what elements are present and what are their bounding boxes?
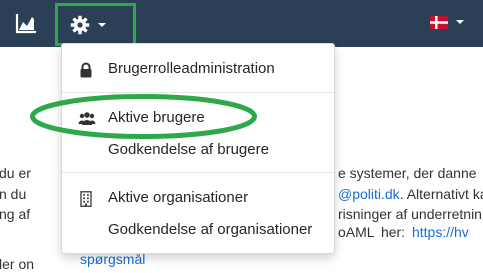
body-text-fragment: oAML her: xyxy=(338,224,412,240)
lock-icon xyxy=(78,61,94,78)
body-text-fragment: du er xyxy=(0,165,31,181)
body-text-fragment: . Alternativt ka xyxy=(399,186,483,202)
settings-dropdown-menu: Brugerrolleadministration Aktive brugere… xyxy=(61,43,335,254)
settings-menu-toggle[interactable] xyxy=(55,3,136,46)
email-link[interactable]: @politi.dk xyxy=(338,186,400,202)
body-text-fragment: oAML her: https://hv xyxy=(338,223,469,241)
menu-item-aktive-organisationer[interactable]: Aktive organisationer xyxy=(62,185,334,211)
body-text-fragment: ler on xyxy=(0,256,35,272)
danish-flag-icon[interactable] xyxy=(430,16,448,29)
body-text-fragment: risninger af underretnin xyxy=(338,206,482,222)
menu-item-godkendelse-af-organisationer[interactable]: Godkendelse af organisationer xyxy=(62,217,334,243)
menu-item-brugerrolleadministration[interactable]: Brugerrolleadministration xyxy=(62,56,334,82)
menu-item-label: Godkendelse af brugere xyxy=(108,141,269,158)
menu-item-label: Brugerrolleadministration xyxy=(108,60,275,77)
chevron-down-icon[interactable] xyxy=(456,20,464,24)
menu-item-label: Godkendelse af organisationer xyxy=(108,221,313,238)
area-chart-icon[interactable] xyxy=(14,11,38,35)
top-navbar xyxy=(0,0,483,47)
menu-divider xyxy=(62,172,334,173)
body-text-fragment: @politi.dk. Alternativt ka xyxy=(338,185,483,203)
chevron-down-icon xyxy=(98,23,106,27)
menu-item-godkendelse-af-brugere[interactable]: Godkendelse af brugere xyxy=(62,137,334,163)
body-text-fragment: e systemer, der danne xyxy=(338,165,477,181)
menu-item-label: Aktive organisationer xyxy=(108,189,249,206)
building-icon xyxy=(78,190,94,208)
gear-icon xyxy=(70,15,90,35)
highlight-ellipse-annotation xyxy=(30,94,257,139)
body-text-fragment: ng af xyxy=(0,206,31,222)
body-text-fragment: n du xyxy=(0,186,27,202)
website-link[interactable]: https://hv xyxy=(412,224,469,240)
